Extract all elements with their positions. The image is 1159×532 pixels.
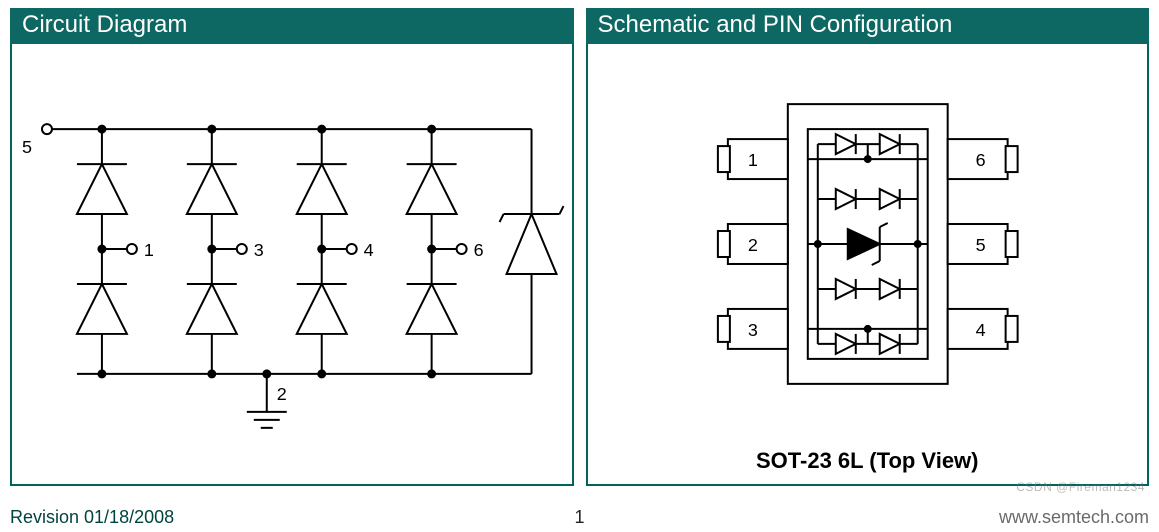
circuit-diagram-body: 5 1 <box>10 44 574 486</box>
package-pin-4: 4 <box>947 309 1017 349</box>
circuit-diagram-svg: 5 1 <box>12 44 572 484</box>
package-pin-3: 3 <box>717 309 787 349</box>
pin-config-panel: Schematic and PIN Configuration 1 2 <box>586 8 1150 486</box>
pin-label-io-2: 3 <box>254 240 264 260</box>
diode-ladder-3: 4 <box>297 126 374 378</box>
package-caption: SOT-23 6L (Top View) <box>588 448 1148 474</box>
diode-ladder-1: 1 <box>77 126 154 378</box>
page-footer: Revision 01/18/2008 1 www.semtech.com <box>10 507 1149 528</box>
package-pin-2: 2 <box>717 224 787 264</box>
footer-revision: Revision 01/18/2008 <box>10 507 174 528</box>
diode-ladder-4: 6 <box>407 126 484 378</box>
footer-url: www.semtech.com <box>999 507 1149 528</box>
svg-text:2: 2 <box>747 235 757 255</box>
ground-symbol: 2 <box>247 370 287 427</box>
circuit-diagram-panel: Circuit Diagram 5 <box>10 8 574 486</box>
pin-config-title: Schematic and PIN Configuration <box>586 8 1150 44</box>
tvs-zener-diode <box>500 129 564 374</box>
pin-label-io-1: 1 <box>144 240 154 260</box>
package-pin-5: 5 <box>947 224 1017 264</box>
pin-label-ground: 2 <box>277 384 287 404</box>
package-pin-6: 6 <box>947 139 1017 179</box>
pin-label-io-4: 6 <box>474 240 484 260</box>
svg-text:1: 1 <box>747 150 757 170</box>
pin-label-5: 5 <box>22 137 32 157</box>
circuit-diagram-title: Circuit Diagram <box>10 8 574 44</box>
svg-text:6: 6 <box>975 150 985 170</box>
svg-text:4: 4 <box>975 320 985 340</box>
diode-ladder-2: 3 <box>187 126 264 378</box>
svg-text:5: 5 <box>975 235 985 255</box>
footer-page-number: 1 <box>574 507 584 528</box>
package-pin-1: 1 <box>717 139 787 179</box>
watermark-text: CSDN @Fireman1234 <box>1016 480 1145 494</box>
pin-config-body: 1 2 3 6 <box>586 44 1150 486</box>
svg-text:3: 3 <box>747 320 757 340</box>
pin-label-io-3: 4 <box>364 240 374 260</box>
pin-config-svg: 1 2 3 6 <box>588 44 1148 444</box>
